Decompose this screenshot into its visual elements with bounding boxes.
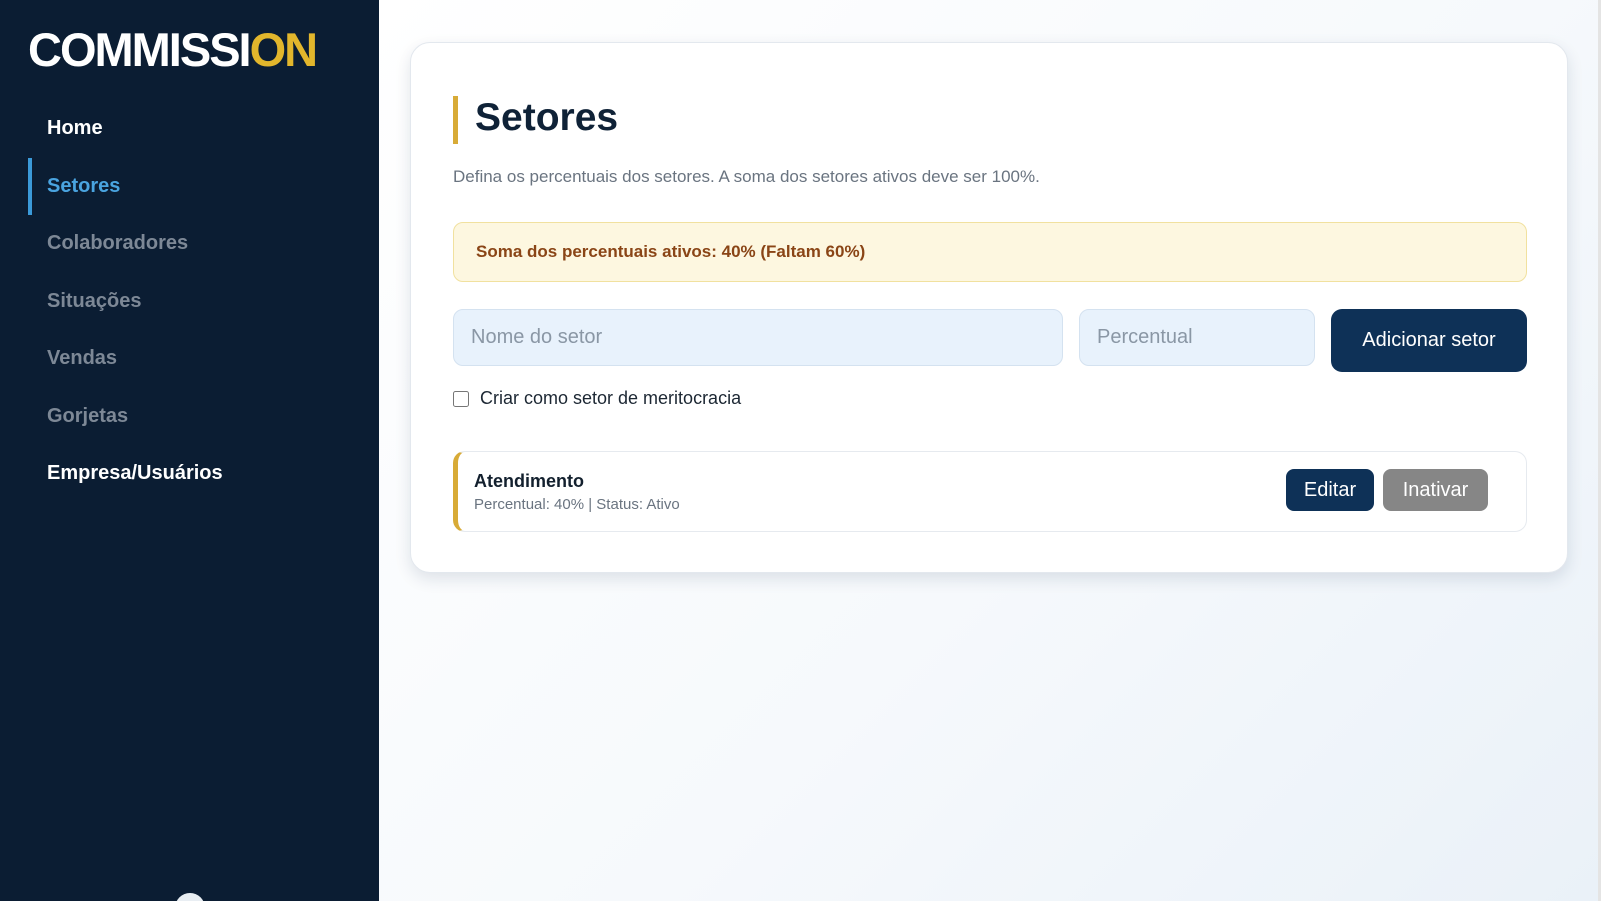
title-accent-bar: [453, 96, 458, 144]
meritocracy-checkbox[interactable]: [453, 390, 469, 407]
sidebar-nav: Home Setores Colaboradores Situações Ven…: [0, 100, 379, 503]
sidebar: COMMISSION Home Setores Colaboradores Si…: [0, 0, 379, 901]
edit-sector-button[interactable]: Editar: [1286, 469, 1374, 511]
user-avatar[interactable]: [175, 893, 205, 901]
sidebar-item-setores[interactable]: Setores: [0, 157, 379, 216]
sidebar-item-home[interactable]: Home: [0, 100, 379, 158]
sidebar-item-situacoes[interactable]: Situações: [0, 273, 379, 331]
sector-percent-input[interactable]: [1079, 309, 1315, 366]
sector-meta: Percentual: 40% | Status: Ativo: [474, 496, 680, 513]
meritocracy-option[interactable]: Criar como setor de meritocracia: [453, 388, 741, 409]
sectors-card: Setores Defina os percentuais dos setore…: [410, 42, 1568, 573]
page-title: Setores: [475, 96, 619, 139]
app-logo[interactable]: COMMISSION: [28, 23, 318, 76]
add-sector-button[interactable]: Adicionar setor: [1331, 309, 1527, 372]
sector-row: Atendimento Percentual: 40% | Status: At…: [453, 451, 1527, 532]
sidebar-item-vendas[interactable]: Vendas: [0, 330, 379, 388]
sector-name: Atendimento: [474, 471, 584, 491]
main-content: Setores Defina os percentuais dos setore…: [379, 0, 1601, 901]
logo-text-accent: ON: [249, 23, 318, 76]
meritocracy-label: Criar como setor de meritocracia: [480, 388, 742, 408]
sidebar-item-colaboradores[interactable]: Colaboradores: [0, 215, 379, 273]
sector-name-input[interactable]: [453, 309, 1063, 366]
sidebar-item-empresa-usuarios[interactable]: Empresa/Usuários: [0, 445, 379, 503]
percentage-sum-alert: Soma dos percentuais ativos: 40% (Faltam…: [453, 222, 1527, 282]
alert-text: Soma dos percentuais ativos: 40% (Faltam…: [476, 242, 866, 261]
page-subtitle: Defina os percentuais dos setores. A som…: [453, 167, 1040, 186]
logo-text-primary: COMMISSI: [28, 23, 252, 76]
inactivate-sector-button[interactable]: Inativar: [1383, 469, 1488, 511]
sidebar-item-gorjetas[interactable]: Gorjetas: [0, 388, 379, 446]
